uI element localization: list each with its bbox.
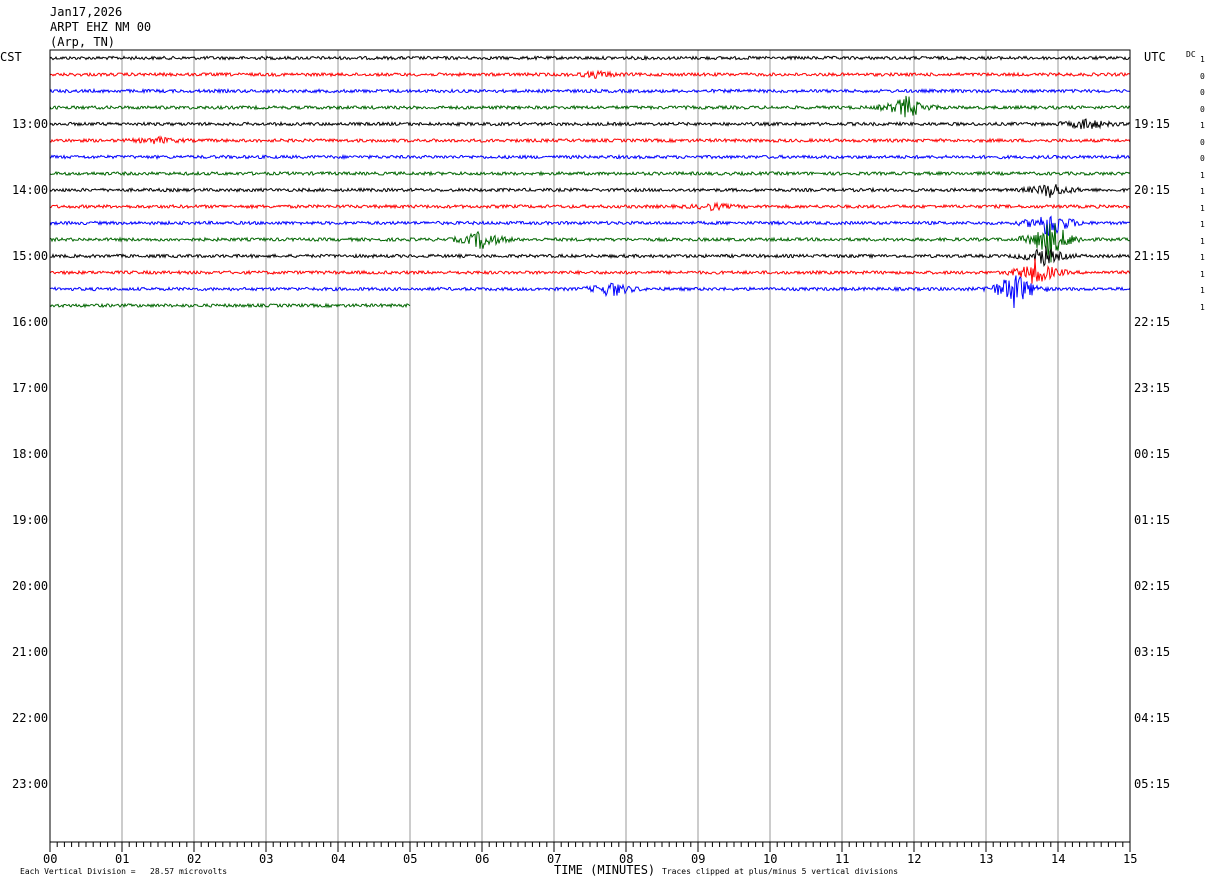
x-tick-label: 10: [763, 852, 778, 866]
x-tick-label: 07: [547, 852, 562, 866]
left-hour-label: 15:00: [12, 249, 49, 263]
dc-offset-value: 1: [1200, 203, 1205, 213]
left-hour-label: 19:00: [12, 513, 49, 527]
left-hour-label: 22:00: [12, 711, 49, 725]
grid-lines: [49, 50, 1131, 842]
dc-offset-value: 0: [1200, 137, 1205, 147]
dc-offset-value: 1: [1200, 220, 1205, 229]
scale-note: Each Vertical Division = 28.57 microvolt…: [20, 867, 228, 876]
right-timezone-label: UTC: [1144, 50, 1166, 64]
right-hour-label: 21:15: [1134, 249, 1171, 263]
right-hour-label: 00:15: [1134, 447, 1171, 461]
x-tick-label: 02: [187, 852, 202, 866]
right-hour-label: 23:15: [1134, 381, 1171, 395]
right-hour-label: 02:15: [1134, 579, 1171, 593]
right-hour-label: 22:15: [1134, 315, 1171, 329]
trace-row-0: [49, 54, 1131, 62]
left-hour-label: 23:00: [12, 777, 49, 791]
left-hour-label: 17:00: [12, 381, 49, 395]
x-tick-label: 09: [691, 852, 706, 866]
clip-note: Traces clipped at plus/minus 5 vertical …: [662, 867, 899, 876]
trace-row-2: [49, 87, 1131, 95]
right-hour-label: 19:15: [1134, 117, 1171, 131]
x-tick-label: 08: [619, 852, 634, 866]
dc-offset-value: 1: [1200, 269, 1205, 279]
x-tick-label: 01: [115, 852, 130, 866]
trace-row-7: [49, 170, 1131, 177]
dc-offset-value: 0: [1200, 71, 1205, 81]
trace-row-13: [49, 258, 1131, 284]
x-tick-label: 11: [835, 852, 850, 866]
x-tick-label: 04: [331, 852, 346, 866]
dc-header-label: DC: [1186, 50, 1196, 59]
x-tick-label: 15: [1123, 852, 1138, 866]
dc-offset-value: 1: [1200, 236, 1205, 246]
right-hour-label: 20:15: [1134, 183, 1171, 197]
trace-row-8: [49, 184, 1130, 198]
left-hour-label: 13:00: [12, 117, 49, 131]
trace-row-10: [49, 215, 1131, 237]
x-axis-title: TIME (MINUTES): [554, 863, 656, 877]
left-timezone-label: CST: [0, 50, 22, 64]
left-hour-label: 20:00: [12, 579, 49, 593]
dc-offset-value: 1: [1200, 55, 1205, 64]
x-tick-label: 05: [403, 852, 418, 866]
trace-row-12: [50, 246, 1131, 267]
trace-row-6: [49, 153, 1131, 161]
right-hour-label: 01:15: [1134, 513, 1171, 527]
right-hour-label: 03:15: [1134, 645, 1171, 659]
dc-offset-value: 1: [1200, 253, 1205, 262]
left-hour-label: 21:00: [12, 645, 49, 659]
dc-offset-value: 1: [1200, 170, 1205, 180]
trace-row-4: [49, 118, 1131, 130]
x-tick-label: 13: [979, 852, 994, 866]
dc-offset-value: 0: [1200, 154, 1205, 163]
dc-offset-value: 0: [1200, 88, 1205, 97]
trace-row-14: [49, 275, 1131, 309]
x-tick-label: 14: [1051, 852, 1066, 866]
trace-row-5: [49, 135, 1131, 145]
trace-row-1: [49, 69, 1131, 79]
plot-frame: [49, 49, 1131, 852]
left-hour-label: 16:00: [12, 315, 49, 329]
trace-row-15: [49, 302, 411, 309]
helicorder-plot: [49, 49, 1131, 852]
left-hour-label: 14:00: [12, 183, 49, 197]
x-tick-label: 03: [259, 852, 274, 866]
plot-border: [49, 49, 1131, 843]
right-hour-label: 05:15: [1134, 777, 1171, 791]
x-tick-label: 00: [43, 852, 58, 866]
trace-row-3: [49, 95, 1131, 118]
dc-offset-value: 1: [1200, 121, 1205, 130]
dc-offset-value: 1: [1200, 302, 1205, 312]
right-hour-label: 04:15: [1134, 711, 1171, 725]
trace-group: [49, 54, 1131, 309]
dc-offset-value: 1: [1200, 187, 1205, 196]
dc-offset-value: 1: [1200, 286, 1205, 295]
left-hour-label: 18:00: [12, 447, 49, 461]
trace-row-9: [49, 201, 1131, 212]
dc-offset-value: 0: [1200, 104, 1205, 114]
x-tick-label: 12: [907, 852, 922, 866]
x-tick-label: 06: [475, 852, 490, 866]
